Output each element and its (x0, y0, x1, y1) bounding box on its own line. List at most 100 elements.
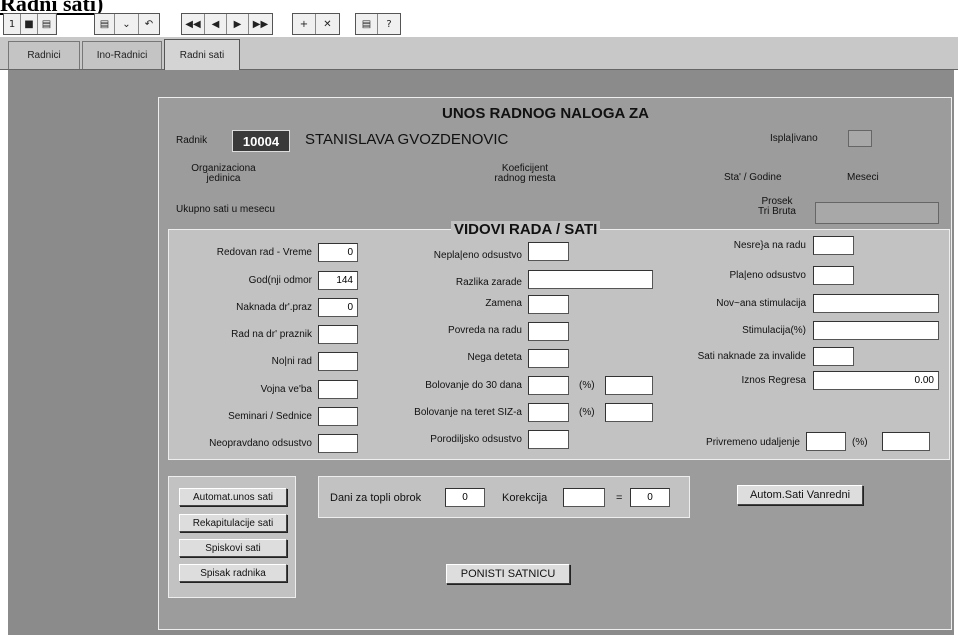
bolovanje-siz-input[interactable] (528, 403, 569, 422)
bolovanje-siz-percent-input[interactable] (605, 403, 653, 422)
seminari-input[interactable] (318, 407, 358, 426)
field-label: Iznos Regresa (741, 375, 806, 386)
isplacivano-label: Ispla|ivano (770, 133, 818, 144)
placeno-odsustvo-input[interactable] (813, 266, 854, 285)
field-label: Vojna ve'ba (260, 384, 312, 395)
org-unit-label: Organizaciona jedinica (191, 163, 256, 184)
percent-label: (%) (852, 437, 868, 448)
sati-invalidi-input[interactable] (813, 347, 854, 366)
field-label: Nesre}a na radu (733, 240, 806, 251)
obrok-label: Dani za topli obrok (330, 492, 422, 504)
novcana-stimulacija-input[interactable] (813, 294, 939, 313)
field-label: Redovan rad - Vreme (216, 247, 312, 258)
field-label: Seminari / Sednice (228, 411, 312, 422)
redovan-rad-input[interactable]: 0 (318, 243, 358, 262)
privremeno-input[interactable] (806, 432, 846, 451)
percent-label: (%) (579, 380, 595, 391)
neopravdano-input[interactable] (318, 434, 358, 453)
porodiljsko-input[interactable] (528, 430, 569, 449)
bolovanje-30-input[interactable] (528, 376, 569, 395)
naknada-praznik-input[interactable]: 0 (318, 298, 358, 317)
field-label: No|ni rad (271, 356, 312, 367)
privremeno-label: Privremeno udaljenje (706, 437, 800, 448)
field-label: Neopravdano odsustvo (209, 438, 312, 449)
korekcija-input[interactable] (563, 488, 605, 507)
tab-bar: Radnici Ino-Radnici Radni sati (0, 36, 958, 70)
toolbar-group-navigation: ◀◀ ◀ ▶ ▶▶ (181, 13, 273, 35)
field-label: Razlika zarade (455, 277, 522, 288)
field-label: Nov~ana stimulacija (716, 298, 806, 309)
privremeno-percent-input[interactable] (882, 432, 930, 451)
zamena-input[interactable] (528, 295, 569, 314)
tab-radnici[interactable]: Radnici (8, 41, 80, 69)
field-label: God(nji odmor (248, 275, 312, 286)
undo-icon[interactable]: ↶ (139, 14, 159, 34)
add-record-icon[interactable]: + (293, 14, 316, 34)
nesreca-input[interactable] (813, 236, 854, 255)
equals-sign: = (616, 492, 623, 504)
percent-label: (%) (579, 407, 595, 418)
last-record-icon[interactable]: ▶▶ (249, 14, 272, 34)
tab-radni-sati[interactable]: Radni sati (164, 39, 240, 70)
radnik-label: Radnik (176, 135, 208, 146)
nega-deteta-input[interactable] (528, 349, 569, 368)
toolbar-group-help: ▤ ? (355, 13, 401, 35)
vojna-vezba-input[interactable] (318, 380, 358, 399)
ukupno-sati-label: Ukupno sati u mesecu (176, 204, 275, 215)
form-title: UNOS RADNOG NALOGA ZA (442, 105, 649, 122)
field-label: Nega deteta (467, 352, 523, 363)
section-title: VIDOVI RADA / SATI (451, 221, 601, 238)
field-label: Pla|eno odsustvo (729, 270, 806, 281)
ponisti-satnicu-button[interactable]: PONISTI SATNICU (446, 564, 570, 584)
autom-sati-vanredni-button[interactable]: Autom.Sati Vanredni (737, 485, 863, 505)
razlika-zarade-input[interactable] (528, 270, 653, 289)
form-icon[interactable]: ▤ (95, 14, 115, 34)
help-icon[interactable]: ? (378, 14, 400, 34)
meseci-label: Meseci (847, 172, 879, 183)
field-label: Rad na dr' praznik (231, 329, 312, 340)
toolbar-group-edit: ▤ ⌄ ↶ (94, 13, 160, 35)
tab-ino-radnici[interactable]: Ino-Radnici (82, 41, 162, 69)
staz-label: Sta' / Godine (724, 172, 782, 183)
spisak-radnika-button[interactable]: Spisak radnika (179, 564, 287, 582)
field-label: Bolovanje na teret SIZ-a (414, 407, 522, 418)
spiskovi-sati-button[interactable]: Spiskovi sati (179, 539, 287, 557)
iznos-regresa-input[interactable]: 0.00 (813, 371, 939, 390)
isplacivano-checkbox[interactable] (848, 130, 872, 147)
field-label: Povreda na radu (448, 325, 522, 336)
field-label: Zamena (485, 298, 522, 309)
print-icon[interactable]: ▤ (38, 14, 55, 34)
previous-record-icon[interactable]: ◀ (205, 14, 227, 34)
save-icon[interactable]: ■ (21, 14, 38, 34)
rad-praznik-input[interactable] (318, 325, 358, 344)
field-label: Porodiljsko odsustvo (430, 434, 522, 445)
delete-record-icon[interactable]: ✕ (316, 14, 339, 34)
godisnji-odmor-input[interactable]: 144 (318, 271, 358, 290)
prosek-field (815, 202, 939, 224)
radnik-name: STANISLAVA GVOZDENOVIC (305, 131, 509, 148)
nocni-rad-input[interactable] (318, 352, 358, 371)
radnik-id-field[interactable]: 10004 (232, 130, 290, 152)
dropdown-icon[interactable]: ⌄ (115, 14, 139, 34)
rekapitulacije-button[interactable]: Rekapitulacije sati (179, 514, 287, 532)
field-label: Sati naknade za invalide (697, 351, 806, 362)
clipboard-icon[interactable]: ▤ (356, 14, 378, 34)
obrok-input[interactable]: 0 (445, 488, 485, 507)
prosek-label: Prosek Tri Bruta (758, 196, 796, 217)
obrok-result-field[interactable]: 0 (630, 488, 670, 507)
record-number-icon[interactable]: 1 (4, 14, 21, 34)
field-label: Bolovanje do 30 dana (425, 380, 522, 391)
povreda-input[interactable] (528, 322, 569, 341)
automat-unos-button[interactable]: Automat.unos sati (179, 488, 287, 506)
neplaceno-odsustvo-input[interactable] (528, 242, 569, 261)
bolovanje-30-percent-input[interactable] (605, 376, 653, 395)
stimulacija-percent-input[interactable] (813, 321, 939, 340)
toolbar-group-file: 1 ■ ▤ (3, 13, 57, 35)
field-label: Naknada dr'.praz (236, 302, 312, 313)
first-record-icon[interactable]: ◀◀ (182, 14, 205, 34)
toolbar-group-records: + ✕ (292, 13, 340, 35)
field-label: Stimulacija(%) (742, 325, 806, 336)
koeficijent-label: Koeficijent radnog mesta (494, 163, 556, 184)
work-types-panel (168, 229, 950, 460)
next-record-icon[interactable]: ▶ (227, 14, 249, 34)
